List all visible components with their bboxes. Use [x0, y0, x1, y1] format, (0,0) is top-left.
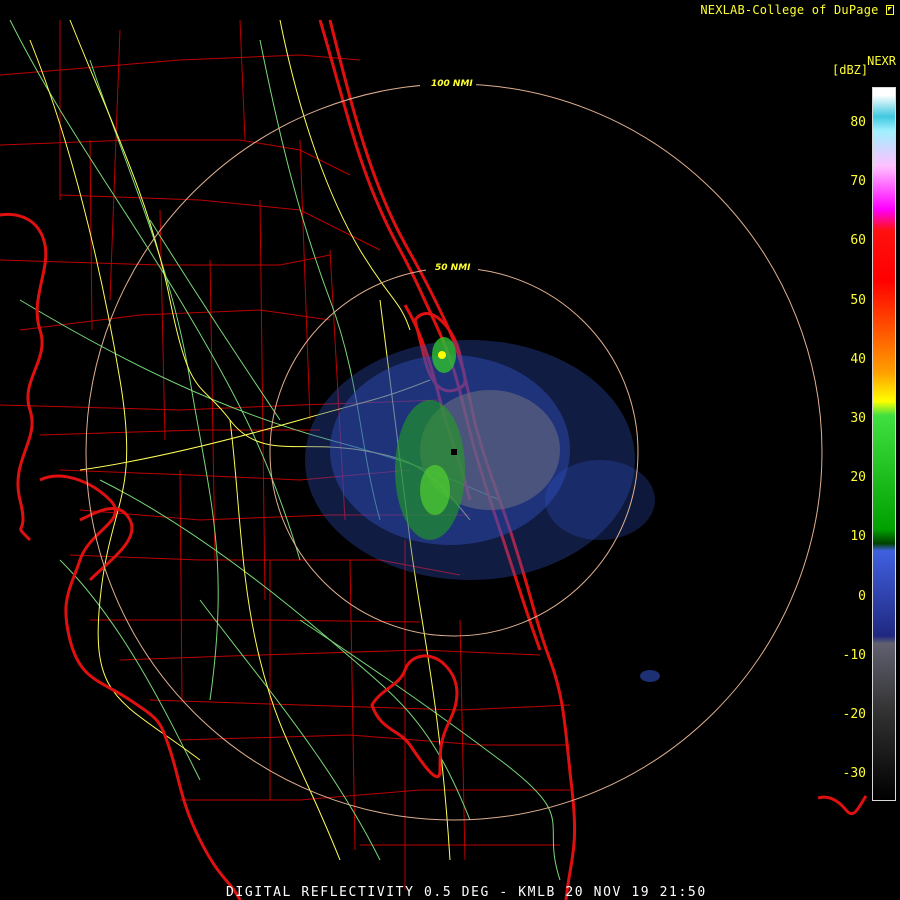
scale-tick-label: 30	[850, 411, 866, 426]
product-label: NEXR	[867, 54, 896, 68]
ring-50-label: 50 NMI	[435, 263, 471, 273]
scale-tick-label: 80	[850, 115, 866, 130]
unit-label: [dBZ]	[832, 63, 869, 77]
scale-tick-label: 50	[850, 292, 866, 308]
color-scale-bar	[872, 87, 896, 801]
scale-tick-label: -30	[842, 766, 866, 782]
scale-tick-label: -10	[842, 647, 866, 663]
scale-tick-label: 70	[850, 174, 866, 190]
credit-text: NEXLAB-College of DuPage	[700, 3, 879, 17]
radar-map: 100 NMI 50 NMI	[0, 19, 868, 900]
radar-site-marker	[451, 449, 457, 455]
scale-tick-label: 20	[850, 470, 866, 486]
scale-tick-label: 10	[850, 529, 866, 545]
radar-echoes	[305, 337, 660, 682]
scale-tick-label: -20	[842, 707, 866, 722]
ring-100-label: 100 NMI	[431, 79, 473, 89]
credit-label: NEXLAB-College of DuPage	[700, 3, 894, 17]
cursor-arrow-icon[interactable]	[886, 5, 894, 15]
scale-tick-label: 60	[850, 233, 866, 249]
scale-tick-label: 40	[850, 351, 866, 367]
scale-tick-label: 0	[858, 588, 866, 604]
product-caption: DIGITAL REFLECTIVITY 0.5 DEG - KMLB 20 N…	[226, 885, 707, 900]
